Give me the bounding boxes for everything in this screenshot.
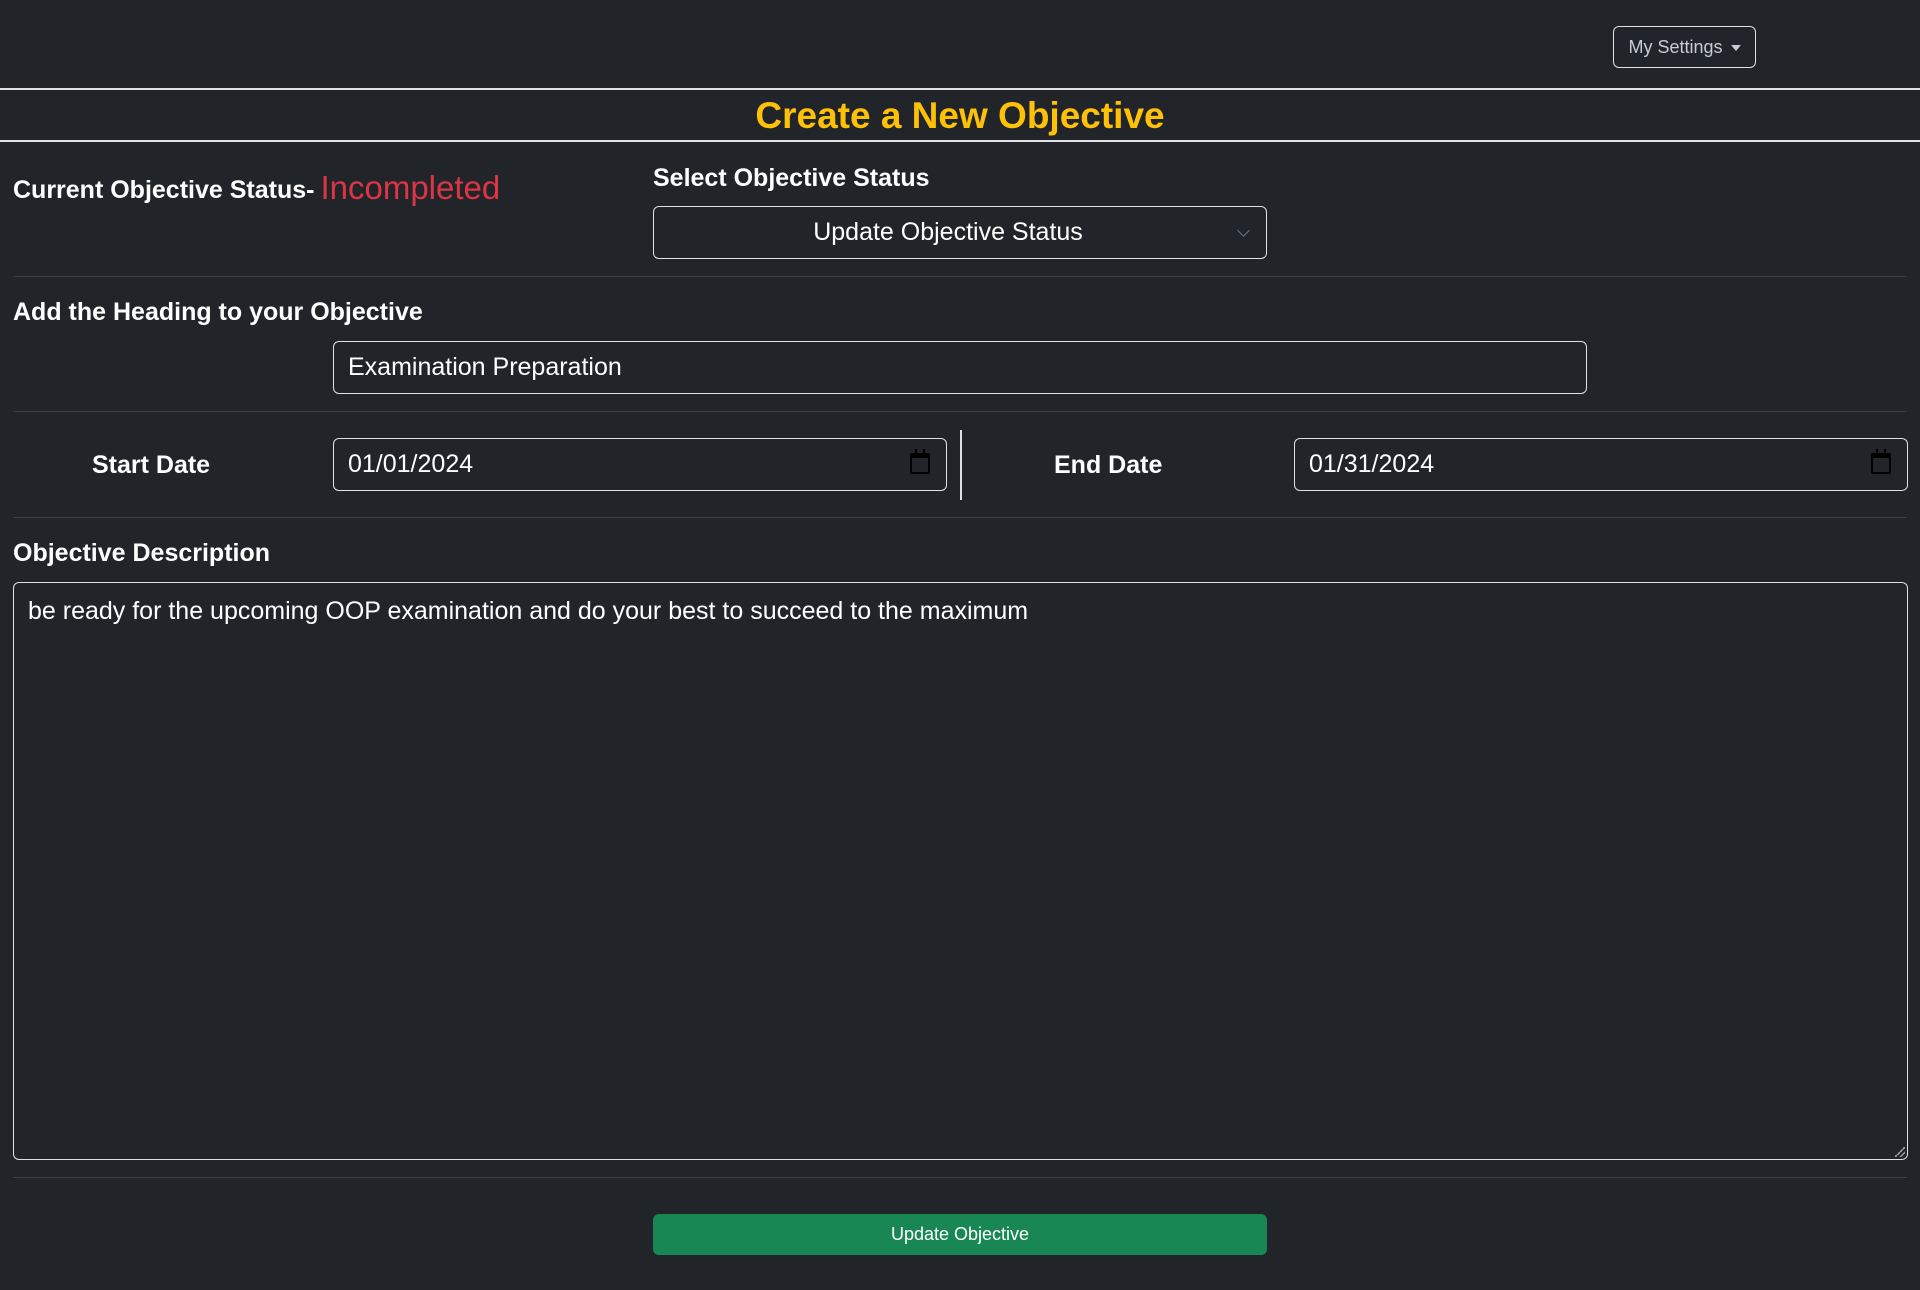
description-textarea[interactable]: be ready for the upcoming OOP examinatio…	[13, 582, 1908, 1160]
my-settings-dropdown-button[interactable]: My Settings	[1613, 26, 1756, 68]
current-status-prefix: Current Objective Status-	[13, 176, 315, 204]
chevron-down-icon	[1237, 224, 1250, 237]
end-date-label: End Date	[1054, 451, 1163, 479]
divider	[13, 411, 1907, 412]
current-status-label: Current Objective Status- Incompleted	[13, 168, 500, 206]
end-date-input[interactable]: 01/31/2024	[1294, 438, 1908, 491]
start-date-label: Start Date	[92, 451, 211, 479]
calendar-icon[interactable]	[1871, 449, 1891, 474]
status-select[interactable]: Update Objective Status	[653, 206, 1267, 259]
heading-input[interactable]: Examination Preparation	[333, 341, 1587, 394]
update-objective-button[interactable]: Update Objective	[653, 1214, 1267, 1255]
current-status-value: Incompleted	[320, 169, 501, 206]
heading-input-value: Examination Preparation	[348, 353, 622, 381]
select-status-label: Select Objective Status	[653, 164, 930, 192]
divider	[13, 517, 1907, 518]
caret-down-icon	[1730, 45, 1741, 51]
divider	[13, 276, 1907, 277]
heading-label: Add the Heading to your Objective	[13, 298, 423, 326]
start-date-input[interactable]: 01/01/2024	[333, 438, 947, 491]
end-date-value: 01/31/2024	[1309, 450, 1435, 478]
description-value: be ready for the upcoming OOP examinatio…	[28, 597, 1029, 625]
description-label: Objective Description	[13, 539, 271, 567]
divider	[13, 1177, 1907, 1178]
start-date-value: 01/01/2024	[348, 450, 474, 478]
title-bar: Create a New Objective	[0, 90, 1920, 142]
calendar-icon[interactable]	[910, 449, 930, 474]
my-settings-label: My Settings	[1628, 36, 1723, 57]
page-title: Create a New Objective	[755, 95, 1165, 136]
status-select-value: Update Objective Status	[813, 218, 1083, 246]
vertical-divider	[960, 430, 962, 500]
resize-handle-icon[interactable]	[1895, 1147, 1905, 1157]
top-navbar: My Settings	[0, 0, 1920, 90]
